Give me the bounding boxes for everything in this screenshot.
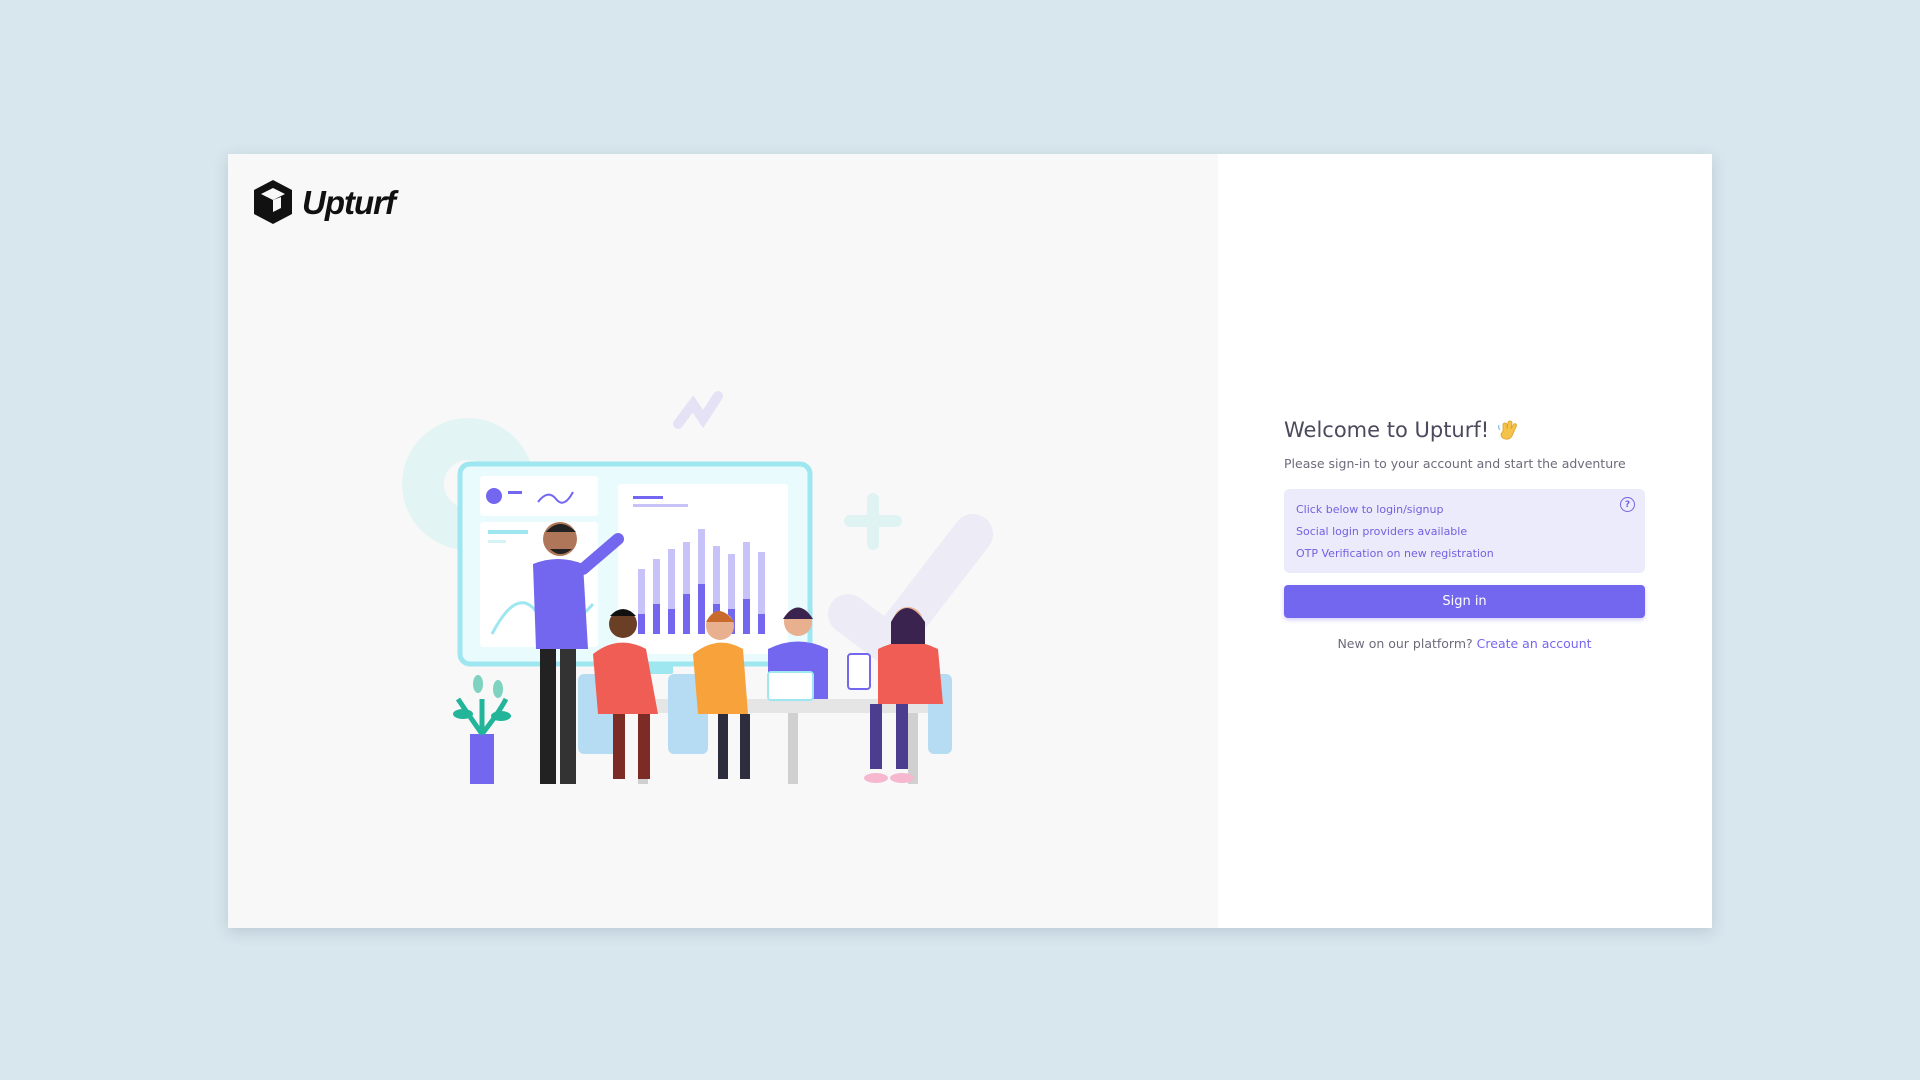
signup-prompt: New on our platform?	[1337, 636, 1473, 651]
seated-person-2	[693, 642, 748, 714]
seated-person-4	[878, 641, 943, 704]
create-account-link[interactable]: Create an account	[1477, 636, 1592, 651]
cube-logo-icon	[254, 180, 292, 224]
auth-panel: Welcome to Upturf! Please sign-in to you…	[1218, 154, 1712, 928]
welcome-subtitle: Please sign-in to your account and start…	[1284, 456, 1626, 471]
auth-card: Welcome to Upturf! Please sign-in to you…	[1284, 418, 1645, 651]
illustration-panel: Upturf	[228, 154, 1218, 928]
team-meeting-illustration	[402, 391, 993, 784]
welcome-title: Welcome to Upturf!	[1284, 418, 1645, 442]
zigzag-shape	[673, 391, 723, 429]
brand-name: Upturf	[302, 184, 396, 221]
signup-row: New on our platform? Create an account	[1284, 636, 1645, 651]
info-alert: Click below to login/signup Social login…	[1284, 489, 1645, 573]
auth-window: Upturf Welcome to Upturf! Please sign-in…	[228, 154, 1712, 928]
help-circle-icon[interactable]: ?	[1620, 497, 1635, 512]
info-line-2: Social login providers available	[1296, 525, 1468, 538]
waving-hand-icon	[1498, 420, 1518, 440]
sign-in-button[interactable]: Sign in	[1284, 585, 1645, 618]
info-line-3: OTP Verification on new registration	[1296, 547, 1494, 560]
info-line-1: Click below to login/signup	[1296, 503, 1444, 516]
welcome-title-text: Welcome to Upturf!	[1284, 418, 1490, 442]
plus-shape	[844, 493, 902, 550]
brand-logo[interactable]: Upturf	[252, 178, 396, 228]
presenter-figure	[540, 634, 556, 784]
plant-pot-shape	[470, 734, 494, 784]
